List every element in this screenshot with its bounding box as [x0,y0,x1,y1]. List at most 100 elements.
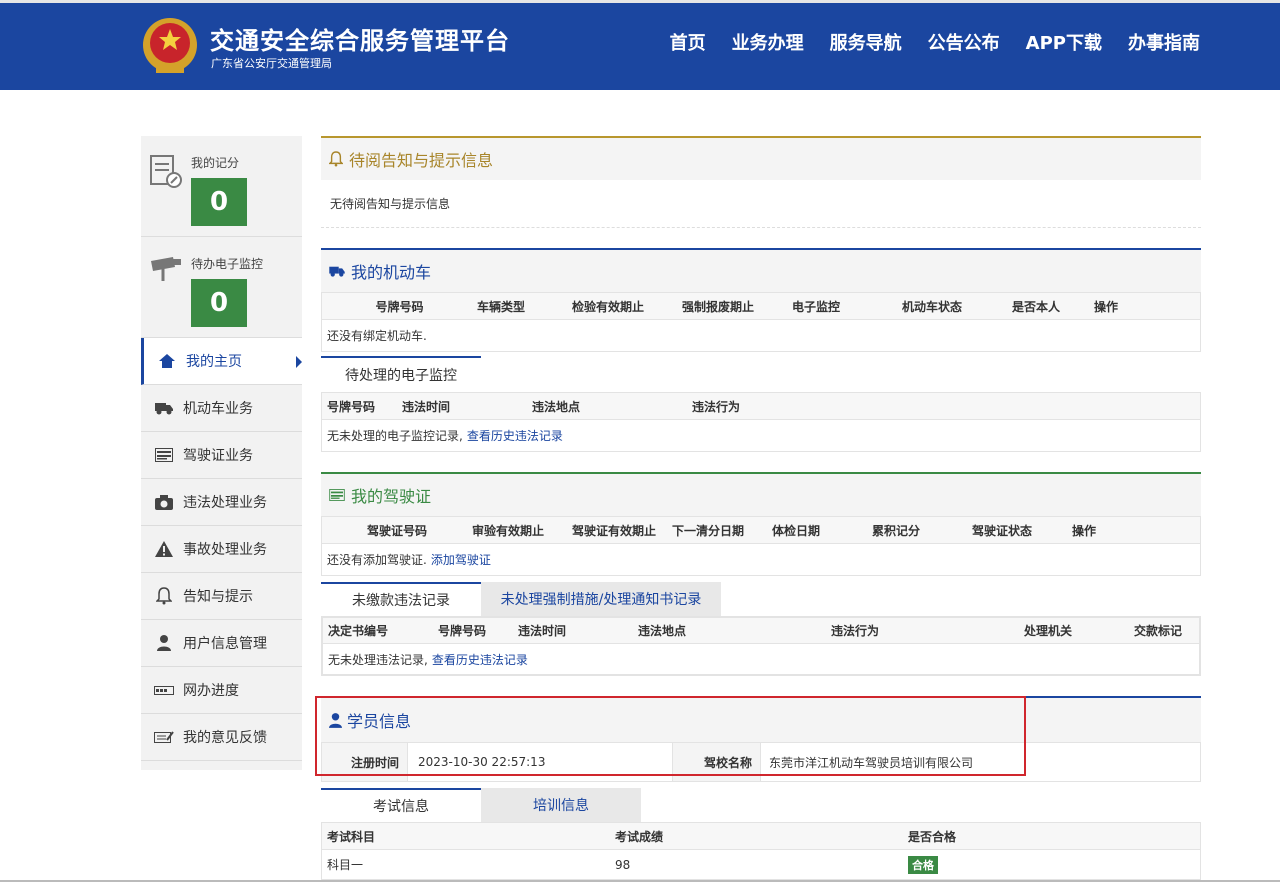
vehicle-empty-text: 还没有绑定机动车. [327,329,427,343]
bell-icon [153,587,175,605]
reg-time-value: 2023-10-30 22:57:13 [408,743,673,781]
sidebar-item-progress[interactable]: 网办进度 [141,667,302,714]
column-header: 下一清分日期 [672,523,745,538]
violation-tabs: 未缴款违法记录 未处理强制措施/处理通知书记录 [321,582,1201,616]
column-header: 号牌号码 [375,299,424,314]
sidebar-item-license[interactable]: 驾驶证业务 [141,432,302,479]
tab-training-info[interactable]: 培训信息 [481,788,641,822]
school-label: 驾校名称 [673,743,761,781]
column-header: 号牌号码 [327,399,376,414]
notice-title: 待阅告知与提示信息 [349,151,494,170]
police-emblem-icon [143,18,197,73]
column-header: 累积记分 [872,523,921,538]
sidebar-item-home[interactable]: 我的主页 [141,338,302,385]
sidebar-item-vehicle[interactable]: 机动车业务 [141,385,302,432]
truck-icon [153,401,175,415]
main-content: 待阅告知与提示信息 无待阅告知与提示信息 我的机动车 号牌号码 车辆类型 检验有… [315,136,1201,880]
warning-icon [153,541,175,557]
exam-score: 98 [615,857,631,872]
tab-exam-info[interactable]: 考试信息 [321,788,481,822]
monitor-value: 0 [191,279,247,327]
column-header: 违法地点 [638,624,687,638]
tab-pending-monitoring[interactable]: 待处理的电子监控 [321,356,481,392]
nav-home[interactable]: 首页 [670,29,706,55]
camera-icon [153,494,175,510]
monitoring-history-link[interactable]: 查看历史违法记录 [467,427,563,444]
score-value: 0 [191,178,247,226]
violations-history-link[interactable]: 查看历史违法记录 [432,651,528,668]
sidebar-item-user[interactable]: 用户信息管理 [141,620,302,667]
column-header: 强制报废期止 [682,299,755,314]
pass-badge: 合格 [908,855,938,874]
notice-empty-text: 无待阅告知与提示信息 [330,197,451,211]
sidebar-item-violation[interactable]: 违法处理业务 [141,479,302,526]
table-row: 科目一 98 合格 [321,850,1201,880]
column-header: 考试成绩 [615,829,664,844]
camera-monitor-icon [151,257,181,281]
nav-guide[interactable]: 办事指南 [1128,29,1200,55]
home-icon [156,354,178,368]
site-header: 交通安全综合服务管理平台 广东省公安厅交通管理局 首页 业务办理 服务导航 公告… [0,0,1280,90]
column-header: 驾驶证号码 [366,523,427,538]
sidebar-item-label: 机动车业务 [183,401,253,417]
exam-subject: 科目一 [327,858,364,872]
vehicle-panel: 我的机动车 号牌号码 车辆类型 检验有效期止 强制报废期止 电子监控 机动车状态… [321,248,1201,352]
monitoring-table-header: 号牌号码 违法时间 违法地点 违法行为 [321,392,1201,420]
column-header: 号牌号码 [438,624,487,638]
feedback-icon [153,730,175,744]
column-header: 体检日期 [772,523,821,538]
sidebar-item-accident[interactable]: 事故处理业务 [141,526,302,573]
card-icon [153,448,175,462]
exam-table-header: 考试科目 考试成绩 是否合格 [321,822,1201,850]
sidebar-item-label: 我的意见反馈 [183,730,267,746]
license-empty-text: 还没有添加驾驶证. [327,553,427,567]
sidebar-item-feedback[interactable]: 我的意见反馈 [141,714,302,761]
monitoring-empty-text: 无未处理的电子监控记录, [327,429,463,443]
tab-unpaid-violations[interactable]: 未缴款违法记录 [321,582,481,616]
column-header: 违法行为 [692,399,741,414]
score-label: 我的记分 [191,156,240,170]
column-header: 操作 [1072,523,1097,538]
truck-icon [329,266,345,277]
column-header: 考试科目 [327,829,376,844]
add-license-link[interactable]: 添加驾驶证 [431,551,491,568]
column-header: 操作 [1094,299,1119,314]
card-icon [329,489,345,501]
student-panel: 学员信息 注册时间 2023-10-30 22:57:13 驾校名称 东莞市洋江… [315,696,1201,782]
sidebar-item-notice[interactable]: 告知与提示 [141,573,302,620]
column-header: 处理机关 [1024,624,1073,638]
tab-coercive-measures[interactable]: 未处理强制措施/处理通知书记录 [481,582,721,616]
school-value: 东莞市洋江机动车驾驶员培训有限公司 [769,755,974,770]
tab-label: 考试信息 [373,799,429,815]
column-header: 驾驶证状态 [972,523,1033,538]
score-stat[interactable]: 我的记分 0 [141,136,302,237]
monitor-stat[interactable]: 待办电子监控 0 [141,237,302,338]
sidebar-item-label: 事故处理业务 [183,542,267,558]
student-info-row: 注册时间 2023-10-30 22:57:13 驾校名称 东莞市洋江机动车驾驶… [321,742,1201,782]
column-header: 交款标记 [1134,624,1183,638]
sidebar-item-label: 用户信息管理 [183,636,267,652]
tab-label: 培训信息 [533,798,589,814]
license-title: 我的驾驶证 [351,487,432,506]
nav-business[interactable]: 业务办理 [732,29,804,55]
user-icon [153,635,175,651]
nav-service-guide[interactable]: 服务导航 [830,29,902,55]
table-row: 还没有添加驾驶证. 添加驾驶证 [321,544,1201,576]
sidebar-item-label: 我的主页 [186,354,242,370]
violations-empty-text: 无未处理违法记录, [328,652,428,667]
nav-app-download[interactable]: APP下载 [1026,29,1102,55]
license-table-header: 驾驶证号码 审验有效期止 驾驶证有效期止 下一清分日期 体检日期 累积记分 驾驶… [321,516,1201,544]
vehicle-title: 我的机动车 [351,263,432,282]
nav-announcements[interactable]: 公告公布 [928,29,1000,55]
active-arrow-icon [296,356,302,368]
column-header: 是否合格 [908,829,957,844]
score-sheet-icon [150,155,182,188]
sidebar-item-label: 告知与提示 [183,589,253,605]
progress-icon [153,684,175,696]
monitor-label: 待办电子监控 [191,257,264,271]
column-header: 车辆类型 [477,299,526,314]
column-header: 检验有效期止 [572,299,645,314]
tab-label: 待处理的电子监控 [345,368,457,384]
sidebar: 我的记分 0 待办电子监控 0 我的主页 机动车业务 驾驶证业务 违法处理业务 … [141,136,302,770]
violations-table-header: 决定书编号 号牌号码 违法时间 违法地点 违法行为 处理机关 交款标记 [321,616,1201,644]
